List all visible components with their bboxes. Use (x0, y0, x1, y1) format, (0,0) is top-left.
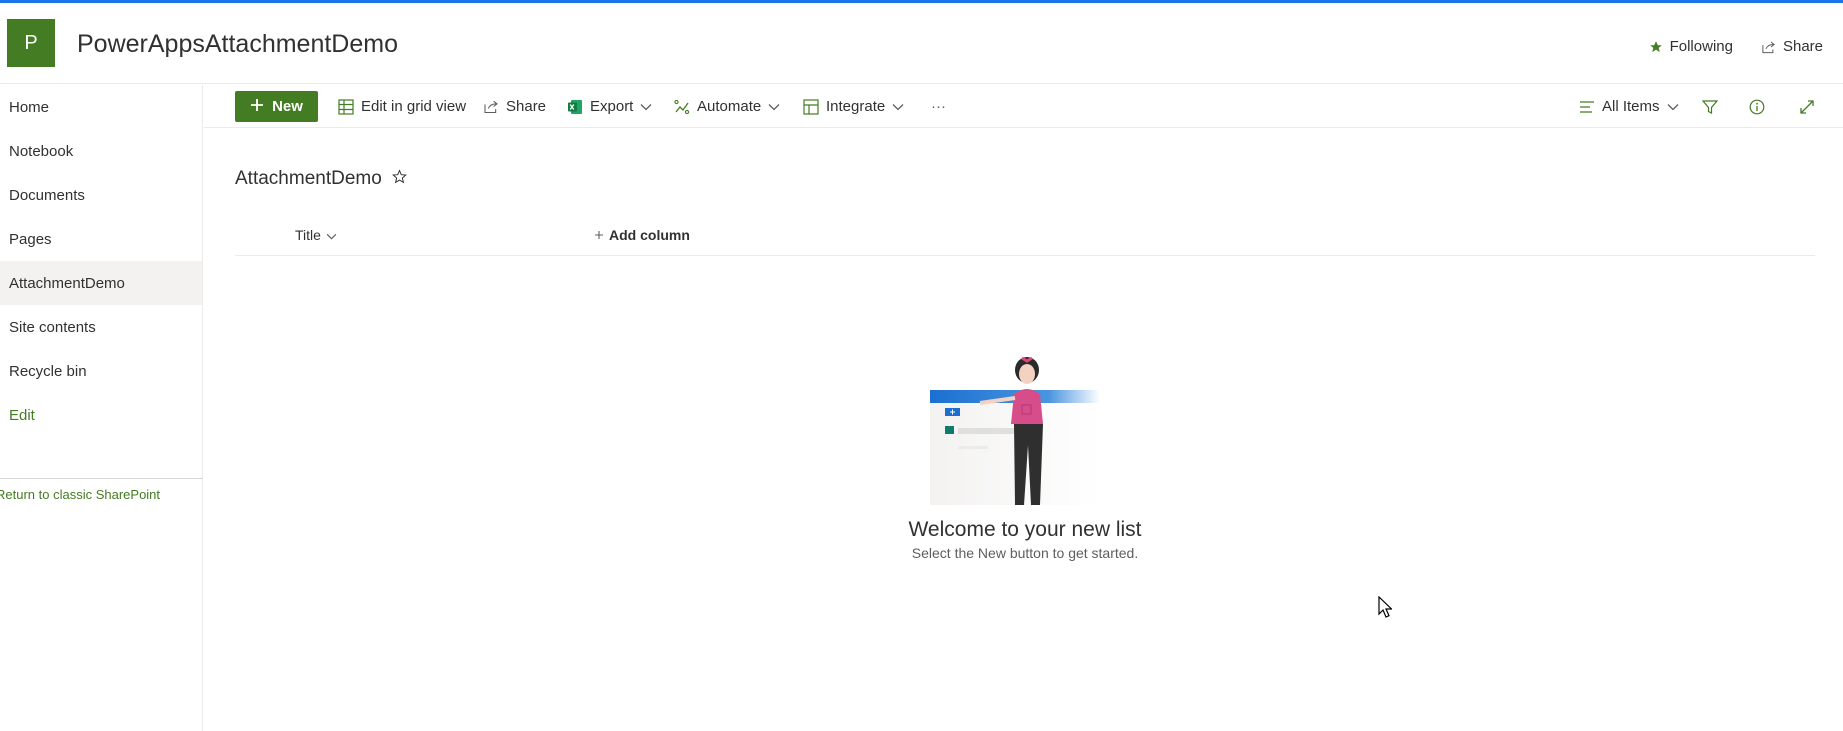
automate-label: Automate (697, 98, 762, 115)
chevron-down-icon (892, 103, 904, 111)
view-label: All Items (1602, 98, 1660, 115)
chevron-down-icon (768, 103, 780, 111)
export-button[interactable]: Export (567, 85, 652, 128)
share-list-label: Share (506, 98, 547, 115)
list-title-row: AttachmentDemo (235, 168, 407, 190)
nav-item-pages[interactable]: Pages (0, 217, 202, 261)
site-header: P PowerAppsAttachmentDemo Following Shar… (0, 3, 1843, 84)
following-label: Following (1669, 38, 1733, 55)
info-icon (1749, 99, 1765, 115)
filter-button[interactable] (1702, 85, 1718, 128)
nav-item-home[interactable]: Home (0, 85, 202, 129)
automate-button[interactable]: Automate (674, 85, 780, 128)
integrate-icon (803, 98, 819, 115)
site-logo[interactable]: P (7, 19, 55, 67)
edit-grid-view-button[interactable]: Edit in grid view (338, 85, 466, 128)
share-icon (483, 99, 499, 114)
more-commands-button[interactable]: ··· (931, 85, 946, 128)
mouse-cursor-icon (1378, 595, 1393, 623)
chevron-down-icon (640, 103, 652, 111)
nav-item-documents[interactable]: Documents (0, 173, 202, 217)
column-header-title[interactable]: Title (295, 227, 337, 243)
expand-icon (1799, 99, 1815, 115)
following-button[interactable]: Following (1649, 38, 1733, 55)
chevron-down-icon (1667, 103, 1679, 111)
star-filled-icon (1649, 40, 1663, 54)
list-title: AttachmentDemo (235, 168, 382, 189)
site-title[interactable]: PowerAppsAttachmentDemo (77, 30, 398, 59)
automate-icon (674, 99, 690, 115)
nav-item-attachmentdemo[interactable]: AttachmentDemo (0, 261, 202, 305)
view-selector[interactable]: All Items (1579, 85, 1679, 128)
empty-state-subtitle: Select the New button to get started. (911, 545, 1139, 561)
nav-item-recycle-bin[interactable]: Recycle bin (0, 349, 202, 393)
excel-icon (567, 99, 583, 115)
export-label: Export (590, 98, 634, 115)
share-site-label: Share (1782, 38, 1823, 55)
nav-item-notebook[interactable]: Notebook (0, 129, 202, 173)
plus-icon (594, 227, 604, 243)
integrate-button[interactable]: Integrate (803, 85, 904, 128)
command-bar: New Edit in grid view Share Export Autom… (204, 85, 1843, 128)
fullscreen-button[interactable] (1799, 85, 1815, 128)
share-site-button[interactable]: Share (1761, 38, 1823, 55)
header-actions: Following Share (1649, 38, 1823, 55)
left-navigation: Home Notebook Documents Pages Attachment… (0, 85, 203, 731)
edit-grid-view-label: Edit in grid view (361, 98, 467, 115)
nav-divider (0, 478, 203, 479)
chevron-down-icon (326, 227, 337, 243)
more-icon: ··· (931, 98, 946, 115)
integrate-label: Integrate (826, 98, 886, 115)
add-column-button[interactable]: Add column (594, 227, 690, 243)
return-to-classic-link[interactable]: Return to classic SharePoint (0, 487, 160, 502)
empty-list-illustration (930, 350, 1110, 505)
column-header-row: Title Add column (235, 218, 1815, 256)
new-button[interactable]: New (235, 91, 318, 122)
nav-edit-link[interactable]: Edit (0, 393, 202, 437)
nav-item-site-contents[interactable]: Site contents (0, 305, 202, 349)
share-icon (1761, 40, 1776, 54)
plus-icon (250, 98, 264, 116)
add-column-label: Add column (609, 227, 690, 243)
share-list-button[interactable]: Share (483, 85, 546, 128)
column-header-label: Title (295, 227, 321, 243)
empty-state-title: Welcome to your new list (908, 518, 1142, 541)
favorite-star-icon[interactable] (391, 169, 407, 189)
info-button[interactable] (1749, 85, 1765, 128)
new-button-label: New (272, 98, 303, 115)
view-list-icon (1579, 100, 1595, 113)
filter-icon (1702, 99, 1718, 115)
grid-icon (338, 98, 354, 115)
